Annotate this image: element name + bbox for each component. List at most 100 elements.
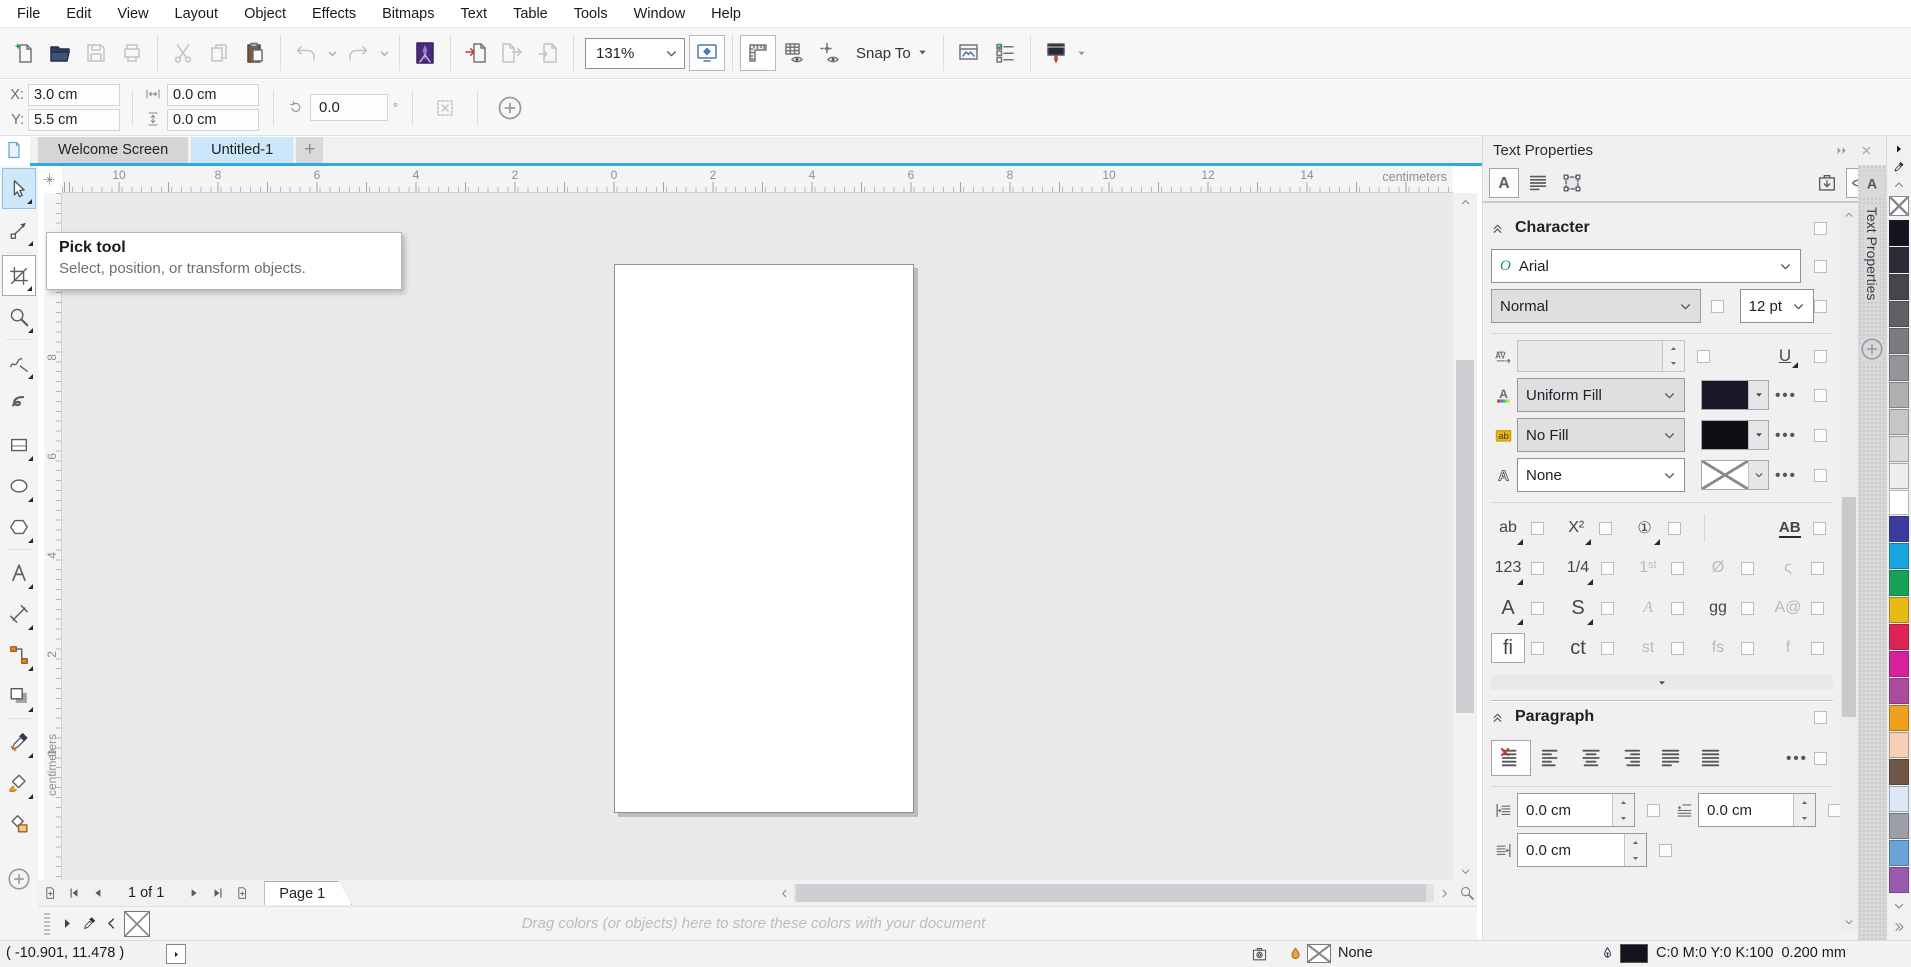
left-indent-field[interactable]: 0.0 cm <box>1517 793 1635 827</box>
outline-settings-button[interactable]: ••• <box>1769 467 1803 484</box>
add-page-button-2[interactable] <box>230 882 254 904</box>
zoom-tool[interactable] <box>2 296 36 337</box>
color-swatch[interactable] <box>1889 678 1909 704</box>
palette-flyout-icon[interactable] <box>1889 140 1909 158</box>
canvas-horizontal-scrollbar[interactable] <box>774 882 1454 904</box>
right-indent-checkbox[interactable] <box>1659 844 1672 857</box>
color-swatch[interactable] <box>1889 328 1909 354</box>
font-style-checkbox[interactable] <box>1711 300 1724 313</box>
print-button[interactable] <box>114 35 150 71</box>
drop-shadow-tool[interactable] <box>2 675 36 716</box>
last-page-button[interactable] <box>206 882 230 904</box>
opentype-s-button[interactable]: S <box>1561 593 1595 623</box>
docker-scrollbar[interactable] <box>1840 207 1858 930</box>
opentype-checkbox[interactable] <box>1741 602 1754 615</box>
opentype-checkbox[interactable] <box>1811 642 1824 655</box>
fullscreen-preview-button[interactable] <box>689 35 725 71</box>
opentype-checkbox[interactable] <box>1531 642 1544 655</box>
color-swatch[interactable] <box>1889 220 1909 246</box>
font-size-combo[interactable]: 12 pt <box>1740 289 1814 323</box>
document-color-proof-icon[interactable] <box>1248 944 1270 964</box>
alignment-settings-button[interactable]: ••• <box>1780 750 1814 767</box>
options-dialog-button[interactable] <box>951 35 987 71</box>
task-list-button[interactable] <box>987 35 1023 71</box>
color-swatch[interactable] <box>1889 355 1909 381</box>
docker-scroll-up[interactable] <box>1840 207 1858 223</box>
no-color-swatch[interactable] <box>124 911 150 937</box>
right-indent-field[interactable]: 0.0 cm <box>1517 833 1647 867</box>
opentype-ct-button[interactable]: ct <box>1561 633 1595 663</box>
horizontal-scroll-thumb[interactable] <box>796 884 1426 902</box>
rectangle-tool[interactable] <box>2 424 36 465</box>
opentype-ab-button[interactable]: AB <box>1773 513 1807 543</box>
character-expand-strip[interactable] <box>1491 675 1833 690</box>
y-position-field[interactable]: 5.5 cm <box>28 109 120 131</box>
color-swatch[interactable] <box>1889 543 1909 569</box>
previous-page-button[interactable] <box>86 882 110 904</box>
color-swatch[interactable] <box>1889 705 1909 731</box>
fill-settings-button[interactable]: ••• <box>1769 387 1803 404</box>
opentype-checkbox[interactable] <box>1741 562 1754 575</box>
menu-window[interactable]: Window <box>621 2 699 26</box>
color-swatch[interactable] <box>1889 436 1909 462</box>
opentype-checkbox[interactable] <box>1813 522 1826 535</box>
outline-color-picker[interactable] <box>1701 460 1769 490</box>
tab-welcome-screen[interactable]: Welcome Screen <box>38 137 188 163</box>
cut-button[interactable] <box>165 35 201 71</box>
opentype-checkbox[interactable] <box>1531 562 1544 575</box>
align-right-button[interactable] <box>1611 740 1651 776</box>
opentype-checkbox[interactable] <box>1811 602 1824 615</box>
palette-drag-handle[interactable] <box>44 913 50 935</box>
launch-app-button[interactable] <box>1038 35 1074 71</box>
background-color-picker[interactable] <box>1701 420 1769 450</box>
smart-fill-tool[interactable] <box>2 803 36 844</box>
color-swatch[interactable] <box>1889 463 1909 489</box>
copy-button[interactable] <box>201 35 237 71</box>
customize-toolbox-button[interactable] <box>2 858 36 899</box>
opentype-14-button[interactable]: 1/4 <box>1561 553 1595 583</box>
docker-collapse-icon[interactable] <box>1830 144 1854 157</box>
kerning-field[interactable] <box>1517 340 1685 372</box>
color-swatch[interactable] <box>1889 651 1909 677</box>
no-color-swatch[interactable] <box>1889 196 1909 216</box>
show-rulers-button[interactable] <box>740 35 776 71</box>
show-grid-button[interactable] <box>776 35 812 71</box>
left-indent-spinner[interactable] <box>1612 794 1634 826</box>
opentype-checkbox[interactable] <box>1531 602 1544 615</box>
vertical-ruler[interactable]: centimeters 1086420 <box>44 193 62 880</box>
menu-bitmaps[interactable]: Bitmaps <box>369 2 447 26</box>
menu-effects[interactable]: Effects <box>299 2 369 26</box>
paste-button[interactable] <box>237 35 273 71</box>
scroll-right-button[interactable] <box>1434 882 1454 904</box>
horizontal-ruler[interactable]: centimeters 10864202468101214 <box>62 166 1453 193</box>
fill-type-combo[interactable]: Uniform Fill <box>1517 378 1685 412</box>
scroll-up-button[interactable] <box>1453 193 1477 211</box>
font-style-combo[interactable]: Normal <box>1491 289 1701 323</box>
opentype--button[interactable]: ① <box>1628 513 1662 543</box>
background-checkbox[interactable] <box>1814 429 1827 442</box>
left-indent-checkbox[interactable] <box>1647 804 1660 817</box>
font-family-combo[interactable]: O Arial <box>1491 249 1801 283</box>
color-swatch[interactable] <box>1889 597 1909 623</box>
opentype-f-button[interactable]: f <box>1771 633 1805 663</box>
show-guidelines-button[interactable] <box>812 35 848 71</box>
vertical-scroll-thumb[interactable] <box>1456 360 1474 713</box>
kerning-checkbox[interactable] <box>1697 350 1710 363</box>
color-swatch[interactable] <box>1889 301 1909 327</box>
color-swatch[interactable] <box>1889 274 1909 300</box>
background-fill-combo[interactable]: No Fill <box>1517 418 1685 452</box>
welcome-screen-button[interactable] <box>407 35 443 71</box>
opentype-x-button[interactable]: X² <box>1559 513 1593 543</box>
kerning-spinner[interactable] <box>1662 341 1684 371</box>
text-properties-tab-label[interactable]: Text Properties <box>1864 205 1880 302</box>
align-justify-button[interactable] <box>1651 740 1691 776</box>
color-swatch[interactable] <box>1889 409 1909 435</box>
polygon-tool[interactable] <box>2 506 36 547</box>
underline-button[interactable]: U <box>1770 346 1800 366</box>
rotation-angle-field[interactable]: 0.0 <box>310 94 388 121</box>
status-expand-button[interactable] <box>166 944 186 964</box>
color-swatch[interactable] <box>1889 516 1909 542</box>
interactive-fill-tool[interactable] <box>2 762 36 803</box>
undo-button[interactable] <box>288 35 324 71</box>
character-tab-icon[interactable]: A <box>1489 168 1519 198</box>
